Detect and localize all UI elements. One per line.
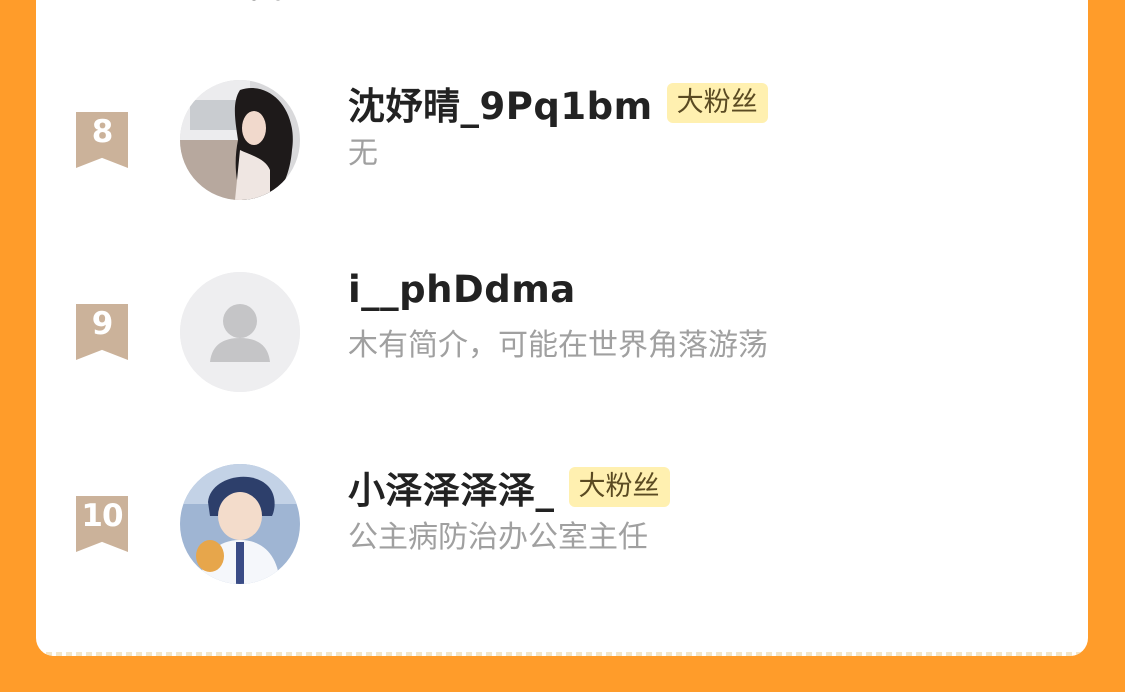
avatar[interactable] xyxy=(180,272,300,392)
user-bio: 木有简介，可能在世界角落游荡 xyxy=(348,328,768,363)
ranking-page: 8 沈妤晴_9Pq1bm 大粉丝 无 9 i__phDdma 木有简介，可能在世… xyxy=(0,0,1125,692)
fan-ranking-card: 8 沈妤晴_9Pq1bm 大粉丝 无 9 i__phDdma 木有简介，可能在世… xyxy=(36,0,1088,656)
user-bio: 公主病防治办公室主任 xyxy=(348,520,648,555)
ranking-row[interactable]: 9 i__phDdma 木有简介，可能在世界角落游荡 xyxy=(36,268,1088,394)
rank-badge: 8 xyxy=(76,112,128,168)
username[interactable]: 沈妤晴_9Pq1bm xyxy=(348,76,653,130)
previous-row-fragment xyxy=(236,0,296,2)
ranking-row[interactable]: 8 沈妤晴_9Pq1bm 大粉丝 无 xyxy=(36,78,1088,202)
avatar-anime-boy-icon xyxy=(180,464,300,584)
avatar[interactable] xyxy=(180,80,300,200)
avatar[interactable] xyxy=(180,464,300,584)
username[interactable]: 小泽泽泽泽_ xyxy=(348,460,555,514)
fan-level-badge: 大粉丝 xyxy=(666,83,768,123)
ranking-row[interactable]: 10 小泽泽泽泽_ 大粉丝 公主病防治办公室主任 xyxy=(36,462,1088,586)
rank-badge: 9 xyxy=(76,304,128,360)
user-bio: 无 xyxy=(348,136,378,171)
fan-level-badge: 大粉丝 xyxy=(568,467,670,507)
avatar-photo-girl-icon xyxy=(180,80,300,200)
username[interactable]: i__phDdma xyxy=(348,268,576,311)
default-user-icon xyxy=(180,272,300,392)
rank-badge: 10 xyxy=(76,496,128,552)
